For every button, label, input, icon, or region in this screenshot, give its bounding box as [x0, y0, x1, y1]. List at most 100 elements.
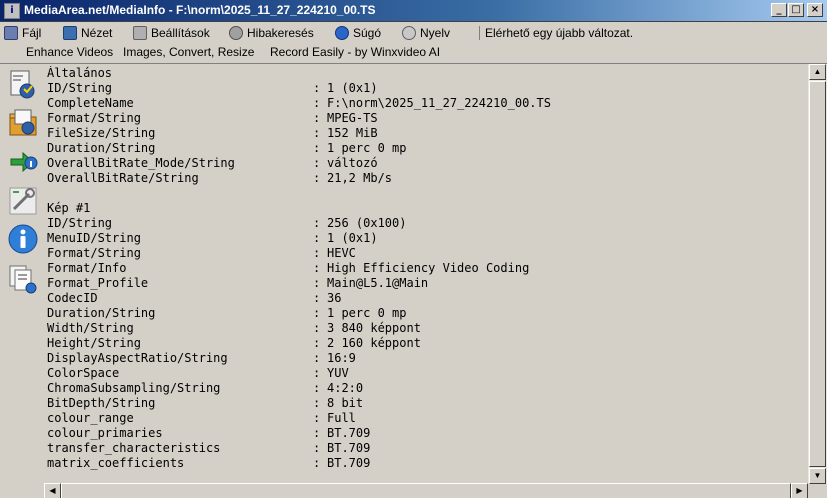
field-separator: :	[313, 141, 321, 155]
menu-language-label: Nyelv	[420, 26, 451, 40]
horizontal-scrollbar[interactable]: ◀ ▶	[44, 483, 808, 498]
field-name: Width/String	[47, 321, 134, 335]
field-separator: :	[313, 96, 321, 110]
vertical-scroll-thumb[interactable]	[809, 81, 826, 467]
open-file-icon[interactable]	[6, 68, 38, 100]
debug-icon	[229, 26, 243, 40]
menu-file-label: Fájl	[22, 26, 42, 40]
menu-bar: Fájl Nézet Beállítások Hibakeresés Súgó …	[0, 22, 827, 42]
file-icon	[4, 26, 18, 40]
scroll-up-icon[interactable]: ▲	[809, 64, 826, 80]
main-pane: Általános ID/String:1 (0x1) CompleteName:…	[0, 63, 827, 498]
field-value: 2 160 képpont	[327, 336, 421, 350]
scroll-right-icon[interactable]: ▶	[791, 483, 808, 498]
close-button[interactable]: ×	[807, 3, 823, 17]
info-row: Height/String:2 160 képpont	[47, 336, 807, 351]
field-separator: :	[313, 231, 321, 245]
mediainfo-icon[interactable]: i	[4, 3, 20, 19]
link-bar: Enhance Videos Images, Convert, Resize R…	[0, 42, 827, 62]
field-separator: :	[313, 456, 321, 470]
field-value: 256 (0x100)	[327, 216, 407, 230]
field-separator: :	[313, 351, 321, 365]
field-value: BT.709	[327, 426, 371, 440]
field-value: 1 (0x1)	[327, 231, 378, 245]
field-separator: :	[313, 411, 321, 425]
menu-debug-label: Hibakeresés	[247, 26, 314, 40]
field-value: Main@L5.1@Main	[327, 276, 429, 290]
minimize-button[interactable]: _	[771, 3, 787, 17]
info-row: BitDepth/String:8 bit	[47, 396, 807, 411]
info-row: ID/String:256 (0x100)	[47, 216, 807, 231]
info-row: ColorSpace: YUV	[47, 366, 807, 381]
info-text-view[interactable]: Általános ID/String:1 (0x1) CompleteName:…	[47, 66, 807, 483]
info-row: FileSize/String:152 MiB	[47, 126, 807, 141]
menu-file[interactable]: Fájl	[4, 24, 41, 42]
menu-help[interactable]: Súgó	[335, 24, 381, 42]
field-separator: :	[313, 216, 321, 230]
preferences-icon[interactable]	[6, 184, 38, 216]
scroll-down-icon[interactable]: ▼	[809, 468, 826, 484]
view-icon	[63, 26, 77, 40]
info-row: transfer_characteristics: BT.709	[47, 441, 807, 456]
field-value: 1 perc 0 mp	[327, 141, 407, 155]
field-name: Duration/String	[47, 306, 156, 320]
export-icon[interactable]	[6, 144, 38, 176]
field-value: 4:2:0	[327, 381, 364, 395]
info-row: ID/String:1 (0x1)	[47, 81, 807, 96]
field-separator: :	[313, 246, 321, 260]
field-name: MenuID/String	[47, 231, 141, 245]
update-notice[interactable]: Elérhető egy újabb változat.	[485, 24, 633, 42]
info-icon[interactable]	[6, 222, 38, 254]
field-value: HEVC	[327, 246, 356, 260]
field-separator: :	[313, 441, 321, 455]
field-separator: :	[313, 306, 321, 320]
images-link[interactable]: Images, Convert, Resize	[123, 45, 254, 59]
sheet-view-icon[interactable]	[6, 262, 38, 294]
field-name: colour_primaries	[47, 426, 163, 440]
field-name: FileSize/String	[47, 126, 156, 140]
preferences-icon	[133, 26, 147, 40]
title-bar[interactable]: i MediaArea.net/MediaInfo - F:\norm\2025…	[0, 0, 827, 22]
info-row: Width/String:3 840 képpont	[47, 321, 807, 336]
vertical-scrollbar[interactable]: ▲ ▼	[808, 64, 827, 484]
menu-language[interactable]: Nyelv	[402, 24, 450, 42]
menu-view[interactable]: Nézet	[63, 24, 112, 42]
field-name: colour_range	[47, 411, 134, 425]
field-separator: :	[313, 396, 321, 410]
info-row: OverallBitRate_Mode/String: változó	[47, 156, 807, 171]
menu-preferences-label: Beállítások	[151, 26, 210, 40]
field-value: 8 bit	[327, 396, 364, 410]
field-value: 16:9	[327, 351, 356, 365]
sidebar	[0, 64, 44, 484]
field-separator: :	[313, 261, 321, 275]
field-name: ChromaSubsampling/String	[47, 381, 221, 395]
field-value: F:\norm\2025_11_27_224210_00.TS	[327, 96, 551, 110]
language-icon	[402, 26, 416, 40]
field-name: CodecID	[47, 291, 98, 305]
field-separator: :	[313, 81, 321, 95]
horizontal-scroll-thumb[interactable]	[61, 483, 791, 498]
info-row: CompleteName: F:\norm\2025_11_27_224210_0…	[47, 96, 807, 111]
field-value: BT.709	[327, 456, 371, 470]
scroll-left-icon[interactable]: ◀	[44, 483, 61, 498]
help-icon	[335, 26, 349, 40]
menu-debug[interactable]: Hibakeresés	[229, 24, 314, 42]
field-name: Format/Info	[47, 261, 127, 275]
info-row: MenuID/String:1 (0x1)	[47, 231, 807, 246]
field-value: 152 MiB	[327, 126, 378, 140]
open-folder-icon[interactable]	[6, 106, 38, 138]
field-value: High Efficiency Video Coding	[327, 261, 530, 275]
info-row: Format_Profile: Main@L5.1@Main	[47, 276, 807, 291]
record-link[interactable]: Record Easily - by Winxvideo AI	[270, 45, 440, 59]
field-name: Format_Profile	[47, 276, 149, 290]
maximize-button[interactable]: □	[788, 3, 804, 17]
field-value: 21,2 Mb/s	[327, 171, 393, 185]
menu-help-label: Súgó	[353, 26, 382, 40]
field-name: DisplayAspectRatio/String	[47, 351, 228, 365]
info-row: Duration/String:1 perc 0 mp	[47, 141, 807, 156]
info-row: Duration/String:1 perc 0 mp	[47, 306, 807, 321]
field-name: ID/String	[47, 216, 113, 230]
menu-preferences[interactable]: Beállítások	[133, 24, 210, 42]
enhance-videos-link[interactable]: Enhance Videos	[26, 45, 113, 59]
info-row: Format/String: MPEG-TS	[47, 111, 807, 126]
